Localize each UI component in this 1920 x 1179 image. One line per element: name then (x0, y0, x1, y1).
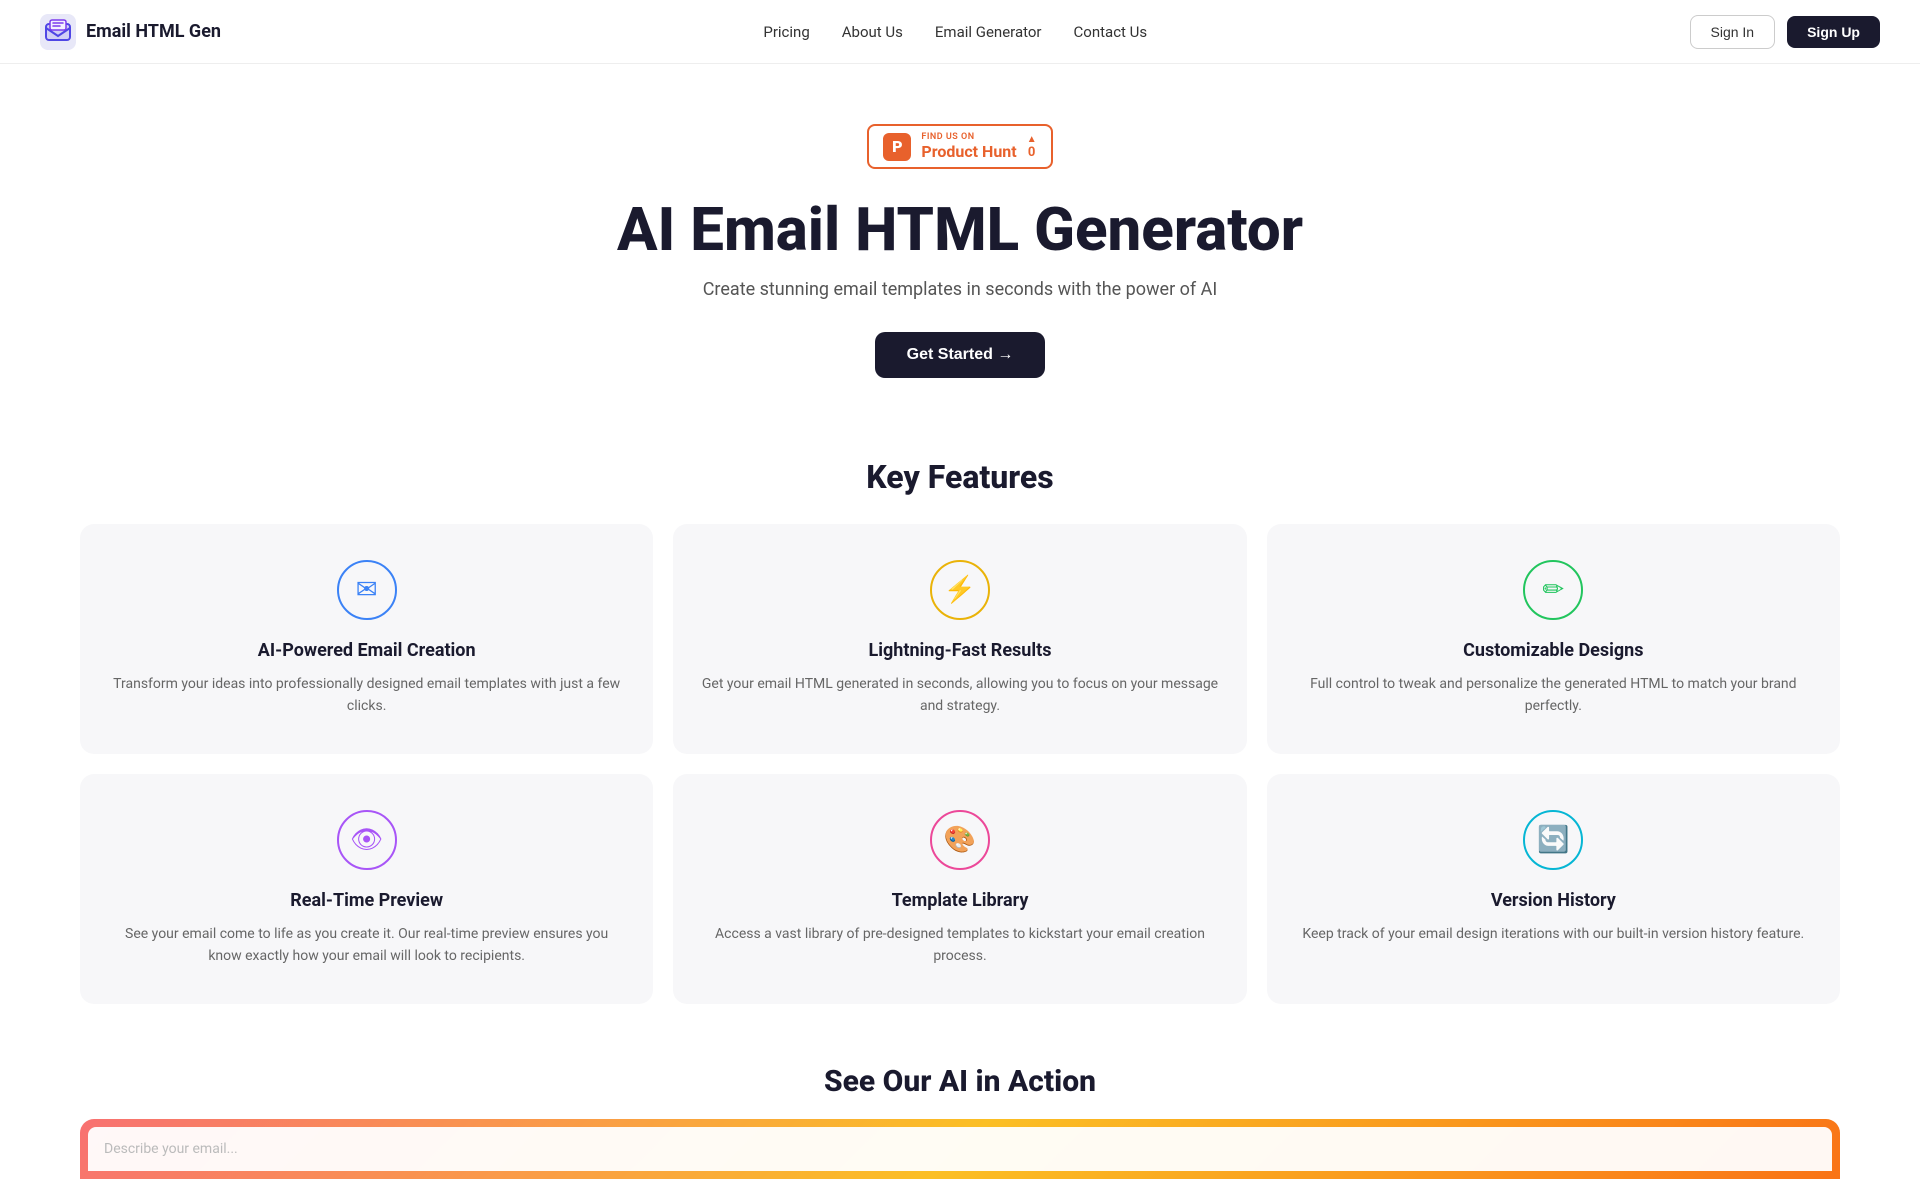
hero-section: P FIND US ON Product Hunt ▲ 0 AI Email H… (0, 64, 1920, 418)
feature-icon-ai-creation: ✉ (337, 560, 397, 620)
feature-desc-history: Keep track of your email design iteratio… (1295, 923, 1812, 945)
hero-title: AI Email HTML Generator (20, 197, 1900, 263)
navbar: Email HTML Gen Pricing About Us Email Ge… (0, 0, 1920, 64)
hero-subtitle: Create stunning email templates in secon… (20, 279, 1900, 300)
feature-desc-fast-results: Get your email HTML generated in seconds… (701, 673, 1218, 718)
product-hunt-badge[interactable]: P FIND US ON Product Hunt ▲ 0 (867, 124, 1052, 169)
feature-desc-ai-creation: Transform your ideas into professionally… (108, 673, 625, 718)
brand-name: Email HTML Gen (86, 21, 221, 42)
feature-title-preview: Real-Time Preview (108, 890, 625, 911)
ph-logo-icon: P (883, 133, 911, 161)
feature-card-fast-results: ⚡ Lightning-Fast Results Get your email … (673, 524, 1246, 754)
ai-action-section: See Our AI in Action Describe your email… (0, 1044, 1920, 1179)
feature-title-library: Template Library (701, 890, 1218, 911)
ai-action-title: See Our AI in Action (80, 1064, 1840, 1099)
feature-desc-customizable: Full control to tweak and personalize th… (1295, 673, 1812, 718)
nav-generator[interactable]: Email Generator (935, 23, 1042, 41)
feature-icon-library: 🎨 (930, 810, 990, 870)
ph-arrow-icon: ▲ (1027, 134, 1037, 145)
ai-demo-inner: Describe your email... (88, 1127, 1832, 1171)
feature-card-ai-creation: ✉ AI-Powered Email Creation Transform yo… (80, 524, 653, 754)
get-started-button[interactable]: Get Started → (875, 332, 1046, 378)
ph-vote-count: 0 (1028, 145, 1035, 160)
features-grid: ✉ AI-Powered Email Creation Transform yo… (80, 524, 1840, 1004)
features-section: Key Features ✉ AI-Powered Email Creation… (0, 418, 1920, 1044)
feature-title-history: Version History (1295, 890, 1812, 911)
feature-desc-library: Access a vast library of pre-designed te… (701, 923, 1218, 968)
feature-card-preview: 👁 Real-Time Preview See your email come … (80, 774, 653, 1004)
signin-button[interactable]: Sign In (1690, 15, 1776, 49)
feature-card-history: 🔄 Version History Keep track of your ema… (1267, 774, 1840, 1004)
nav-links: Pricing About Us Email Generator Contact… (763, 22, 1147, 41)
brand-logo[interactable]: Email HTML Gen (40, 14, 221, 50)
feature-icon-customizable: ✏ (1523, 560, 1583, 620)
feature-icon-fast-results: ⚡ (930, 560, 990, 620)
feature-icon-preview: 👁 (337, 810, 397, 870)
ph-text: FIND US ON Product Hunt (921, 132, 1016, 161)
feature-title-customizable: Customizable Designs (1295, 640, 1812, 661)
ai-demo-container: Describe your email... (80, 1119, 1840, 1179)
logo-icon (40, 14, 76, 50)
feature-title-fast-results: Lightning-Fast Results (701, 640, 1218, 661)
feature-card-customizable: ✏ Customizable Designs Full control to t… (1267, 524, 1840, 754)
feature-icon-history: 🔄 (1523, 810, 1583, 870)
navbar-actions: Sign In Sign Up (1690, 15, 1880, 49)
nav-contact[interactable]: Contact Us (1074, 23, 1148, 41)
nav-pricing[interactable]: Pricing (763, 23, 809, 41)
ph-name: Product Hunt (921, 142, 1016, 161)
nav-about[interactable]: About Us (842, 23, 903, 41)
feature-title-ai-creation: AI-Powered Email Creation (108, 640, 625, 661)
feature-desc-preview: See your email come to life as you creat… (108, 923, 625, 968)
ph-votes: ▲ 0 (1027, 134, 1037, 160)
signup-button[interactable]: Sign Up (1787, 16, 1880, 48)
feature-card-library: 🎨 Template Library Access a vast library… (673, 774, 1246, 1004)
ph-find-text: FIND US ON (921, 132, 974, 142)
ai-demo-placeholder: Describe your email... (104, 1141, 238, 1157)
features-title: Key Features (80, 458, 1840, 496)
